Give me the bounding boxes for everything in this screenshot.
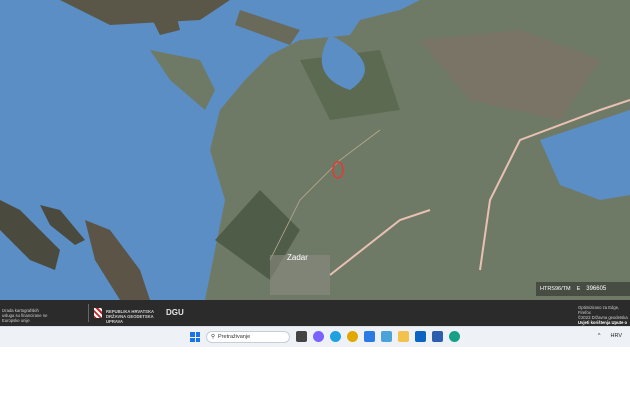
tray-chevron-icon[interactable]: ^: [598, 333, 601, 339]
search-icon: ⚲: [211, 334, 216, 340]
language-indicator[interactable]: HRV: [610, 333, 622, 339]
ministry-text: REPUBLIKA HRVATSKA DRŽAVNA GEODETSKA UPR…: [106, 309, 155, 324]
photos-icon[interactable]: [381, 331, 392, 342]
system-tray: ^ HRV: [598, 333, 622, 339]
coordinate-readout: HTRS96/TM E 396605 N: [536, 282, 630, 296]
map-view[interactable]: Zadar: [0, 0, 630, 300]
page-footer: Izrada kartografskih usluga su financira…: [0, 300, 630, 330]
crs-label: HTRS96/TM: [540, 286, 571, 292]
edge-icon[interactable]: [330, 331, 341, 342]
store-icon[interactable]: [364, 331, 375, 342]
easting-label: E: [576, 286, 581, 292]
chrome-icon[interactable]: [347, 331, 358, 342]
mail-icon[interactable]: [415, 331, 426, 342]
easting-value: 396605: [586, 286, 607, 292]
windows-taskbar: ⚲ Pretraživanje ^ HRV: [0, 326, 630, 347]
croatia-crest-icon: [94, 308, 102, 318]
taskbar-search[interactable]: ⚲ Pretraživanje: [206, 331, 290, 343]
divider: [88, 304, 89, 322]
word-icon[interactable]: [432, 331, 443, 342]
dgu-logo[interactable]: DGU: [166, 308, 184, 317]
folder-icon[interactable]: [398, 331, 409, 342]
browser-icon[interactable]: [449, 331, 460, 342]
files-icon[interactable]: [296, 331, 307, 342]
place-label: Zadar: [287, 253, 308, 262]
windows-start-icon[interactable]: [190, 332, 200, 342]
meet-icon[interactable]: [313, 331, 324, 342]
search-placeholder: Pretraživanje: [218, 334, 251, 340]
eu-funding-text: Izrada kartografskih usluga su financira…: [2, 308, 48, 323]
